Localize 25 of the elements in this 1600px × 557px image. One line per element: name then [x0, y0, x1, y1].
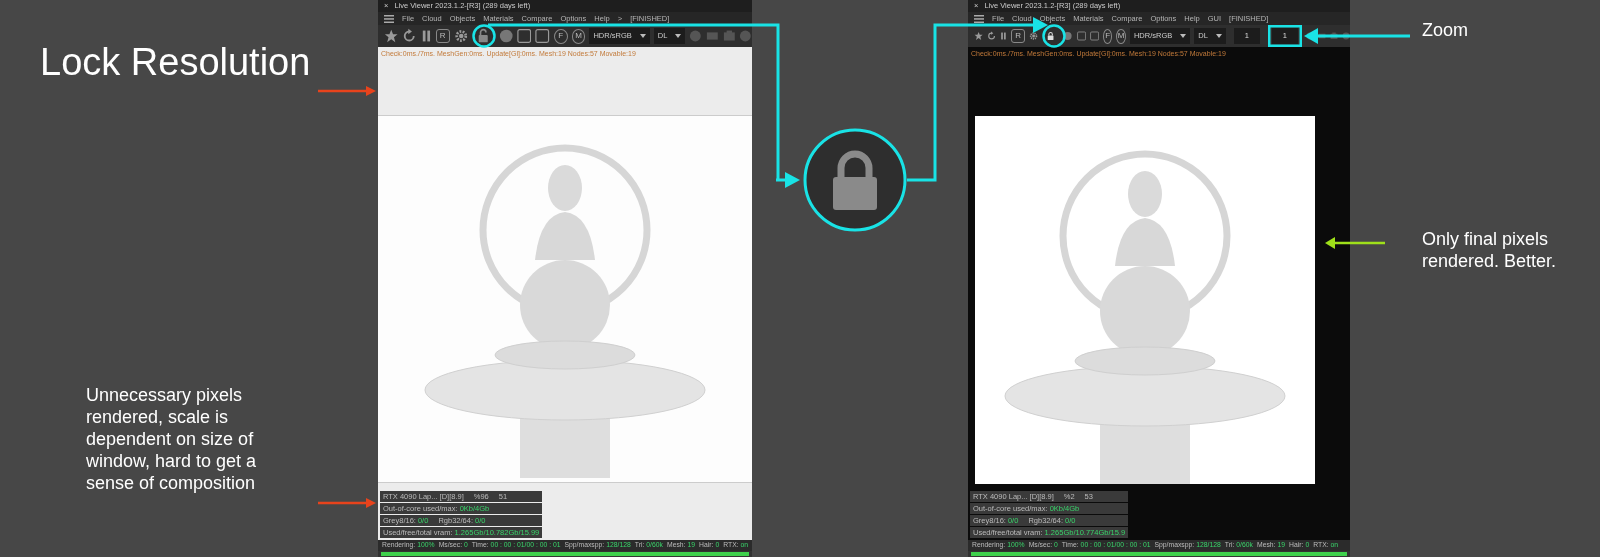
caret-icon [675, 34, 682, 38]
highlight-ring [472, 24, 496, 48]
gear-icon[interactable] [453, 28, 469, 44]
square-icon[interactable] [535, 28, 550, 44]
square-icon[interactable] [1089, 28, 1099, 44]
highlight-frame [1267, 25, 1302, 47]
lock-icon[interactable] [476, 28, 491, 44]
caret-icon [1215, 34, 1222, 38]
letter-button[interactable]: R [1011, 29, 1026, 43]
caret-icon [1180, 34, 1187, 38]
square-icon[interactable] [516, 28, 532, 44]
highlight-ring [1042, 24, 1066, 48]
menu-icon[interactable] [974, 14, 984, 23]
annotation-text: Only final pixels rendered. Better. [1422, 228, 1557, 272]
star-icon[interactable] [384, 28, 399, 44]
menu-icon[interactable] [384, 14, 394, 23]
annotation-text: Zoom [1422, 19, 1468, 41]
annotation-text: Unnecessary pixels rendered, scale is dependent on size of window, hard to get a sense of composition [86, 384, 258, 494]
caret-icon [639, 34, 646, 38]
arrow-icon [776, 172, 800, 188]
slide-title: Lock Resolution [40, 40, 311, 85]
letter-button[interactable]: R [435, 29, 450, 43]
pause-icon[interactable] [420, 28, 432, 44]
refresh-icon[interactable] [402, 28, 417, 44]
zoomed-lock-icon [803, 128, 907, 232]
